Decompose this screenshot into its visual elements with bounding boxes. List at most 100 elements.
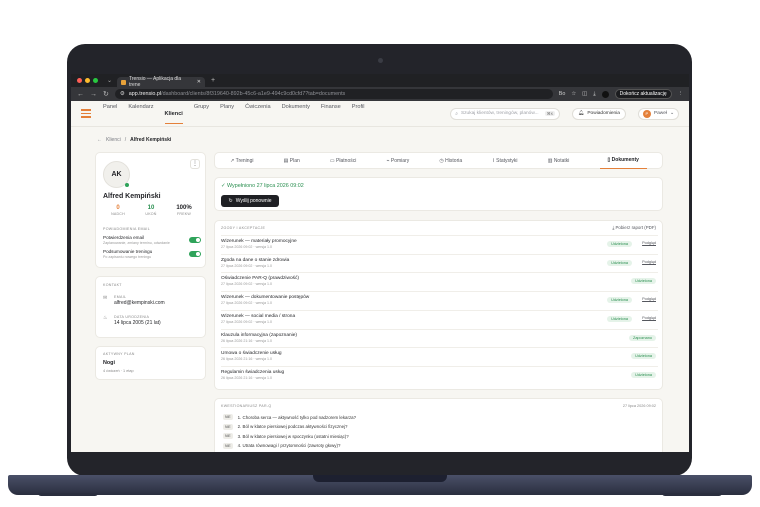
- user-menu[interactable]: P Paweł ⌄: [637, 107, 679, 120]
- tab-2[interactable]: ▭ Płatności: [330, 158, 356, 164]
- document-subtitle: 26 lipca 2026 21:16 · wersja 1.0: [221, 375, 272, 380]
- menu-icon[interactable]: [81, 109, 91, 118]
- question-text: 3. Ból w klatce piersiowej w spoczynku (…: [237, 433, 349, 439]
- update-button[interactable]: Dokończ aktualizację: [614, 89, 672, 99]
- nav-item-3[interactable]: Grupy: [194, 104, 209, 124]
- status-badge: Udzielona: [607, 297, 632, 304]
- question-text: 2. Ból w klatce piersiowej podczas aktyw…: [237, 424, 348, 429]
- search-input[interactable]: ⌕ Szukaj klientów, treningów, planów... …: [450, 107, 561, 120]
- new-tab-icon[interactable]: +: [211, 77, 215, 84]
- laptop-foot: [662, 493, 722, 496]
- status-badge: Udzielona: [607, 259, 632, 266]
- tab-label: Pomiary: [390, 157, 410, 164]
- star-icon[interactable]: ☆: [571, 91, 576, 97]
- url-path: /dashboard/clients/8f319640-892b-45c6-a1…: [161, 91, 346, 97]
- stat-label: UKOŃ: [145, 212, 157, 216]
- document-title: Regulamin świadczenia usług: [221, 369, 285, 375]
- toggle-subtitle: Po zapisaniu nowego treningu: [103, 255, 152, 259]
- search-shortcut: ⌘K: [544, 111, 556, 116]
- preview-link[interactable]: Podgląd: [642, 260, 656, 264]
- close-window-icon[interactable]: [77, 78, 82, 83]
- filled-status: ✓ Wypełniono 27 lipca 2026 09:02: [221, 183, 304, 189]
- online-status-dot: [125, 183, 129, 187]
- document-title: Wizerunek — social media / strona: [221, 313, 296, 319]
- stat-2: 100% FREKW: [169, 205, 199, 216]
- toggle-switch[interactable]: [189, 251, 201, 257]
- address-bar[interactable]: ⚙ app.trensio.pl/dashboard/clients/8f319…: [114, 89, 553, 99]
- browser-menu-icon[interactable]: ⋮: [678, 91, 683, 97]
- more-options-icon[interactable]: ⋮: [190, 159, 200, 169]
- back-arrow-icon[interactable]: ←: [97, 137, 102, 143]
- tab-7[interactable]: ▯ Dokumenty: [599, 152, 647, 169]
- camera: [378, 58, 383, 63]
- translate-button[interactable]: Bo: [559, 91, 566, 97]
- tab-list-icon[interactable]: ⌄: [105, 77, 114, 85]
- tab-4[interactable]: ◷ Historia: [439, 158, 462, 164]
- document-row: Zgoda na dane o stanie zdrowia 27 lipca 2…: [221, 253, 658, 273]
- stat-label: NADCH: [111, 212, 125, 216]
- question-row: NIE 3. Ból w klatce piersiowej w spoczynk…: [223, 433, 349, 439]
- nav-item-7[interactable]: Finanse: [321, 104, 341, 124]
- stat-1: 10 UKOŃ: [136, 205, 166, 216]
- status-badge: Udzielona: [631, 371, 656, 378]
- tab-3[interactable]: ⌁ Pomiary: [387, 158, 410, 164]
- site-info-icon[interactable]: ⚙: [120, 91, 125, 97]
- back-icon[interactable]: ←: [77, 91, 84, 98]
- document-row: Wizerunek — materiały promocyjne 27 lipca…: [221, 235, 658, 254]
- nav-item-8[interactable]: Profil: [352, 104, 365, 124]
- active-plan-card[interactable]: AKTYWNY PLAN Nogi 4 ćwiczeń · 1 etap: [95, 346, 206, 380]
- email-value[interactable]: alfred@kempinski.com: [114, 300, 165, 306]
- breadcrumb-back[interactable]: Klienci: [106, 137, 121, 143]
- preview-link[interactable]: Podgląd: [642, 316, 656, 320]
- notifications-button[interactable]: 🔔︎ Powiadomienia: [572, 107, 626, 120]
- profile-icon[interactable]: [601, 90, 609, 98]
- laptop-foot: [38, 493, 98, 496]
- client-name: Alfred Kempiński: [103, 193, 161, 200]
- browser-tab[interactable]: Trensio — Aplikacja dla trene ✕: [117, 76, 205, 88]
- nav-item-0[interactable]: Panel: [103, 104, 117, 124]
- document-row: Regulamin świadczenia usług 26 lipca 2026…: [221, 365, 658, 385]
- document-subtitle: 27 lipca 2026 09:02 · wersja 1.0: [221, 301, 272, 306]
- stat-value: 0: [116, 205, 120, 211]
- resend-button[interactable]: ↻ Wyślij ponownie: [221, 195, 279, 207]
- chevron-down-icon: ⌄: [669, 111, 674, 116]
- question-row: NIE 4. Utrata równowagi / przytomności (z…: [223, 442, 340, 449]
- nav-item-6[interactable]: Dokumenty: [282, 104, 310, 124]
- document-title: Umowa o świadczenie usług: [221, 351, 282, 357]
- tab-label: Plan: [289, 157, 300, 164]
- breadcrumb-current: Alfred Kempiński: [130, 137, 172, 143]
- forward-icon[interactable]: →: [90, 91, 97, 98]
- tab-0[interactable]: ↗ Treningi: [230, 158, 253, 164]
- maximize-window-icon[interactable]: [93, 78, 98, 83]
- tab-label: Dokumenty: [611, 157, 639, 163]
- download-icon[interactable]: ⤓: [593, 91, 595, 98]
- minimize-window-icon[interactable]: [85, 78, 90, 83]
- toggle-subtitle: Zaplanowanie, zmiany terminu, odwołanie: [103, 241, 170, 245]
- reload-icon[interactable]: ↻: [103, 90, 109, 98]
- tab-1[interactable]: ▤ Plan: [284, 158, 300, 164]
- download-pdf-button[interactable]: ⤓ Pobierz raport (PDF): [612, 225, 656, 230]
- tab-6[interactable]: ▥ Notatki: [548, 158, 570, 164]
- toggle-switch[interactable]: [189, 237, 201, 243]
- nav-item-5[interactable]: Ćwiczenia: [245, 104, 271, 124]
- close-tab-icon[interactable]: ✕: [197, 79, 201, 85]
- document-subtitle: 27 lipca 2026 09:02 · wersja 1.0: [221, 245, 272, 249]
- document-subtitle: 27 lipca 2026 09:02 · wersja 1.0: [221, 282, 272, 287]
- user-name: Paweł: [653, 111, 667, 116]
- preview-link[interactable]: Podgląd: [642, 241, 656, 245]
- toggle-title: Potwierdzenia email: [103, 235, 145, 240]
- question-row: NIE 2. Ból w klatce piersiowej podczas ak…: [223, 423, 348, 430]
- preview-link[interactable]: Podgląd: [642, 297, 656, 301]
- nav-item-2[interactable]: Klienci: [164, 111, 183, 124]
- nav-item-1[interactable]: Kalendarz: [128, 104, 153, 124]
- tab-label: Historia: [445, 157, 463, 164]
- client-tabs: ↗ Treningi ▤ Plan ▭ Płatności ⌁ Pomiary ◷ Hi…: [214, 152, 663, 169]
- parq-card: KWESTIONARIUSZ PAR-Q 27 lipca 2026 09:02…: [214, 398, 663, 452]
- mail-icon: ✉: [103, 295, 108, 301]
- extensions-icon[interactable]: ◫: [582, 91, 587, 97]
- nav-item-4[interactable]: Plany: [220, 104, 234, 124]
- answer-badge: NIE: [223, 423, 233, 430]
- tab-5[interactable]: ⌇ Statystyki: [492, 158, 517, 164]
- status-badge: Udzielona: [631, 278, 656, 285]
- browser-tab-title: Trensio — Aplikacja dla trene: [129, 76, 182, 88]
